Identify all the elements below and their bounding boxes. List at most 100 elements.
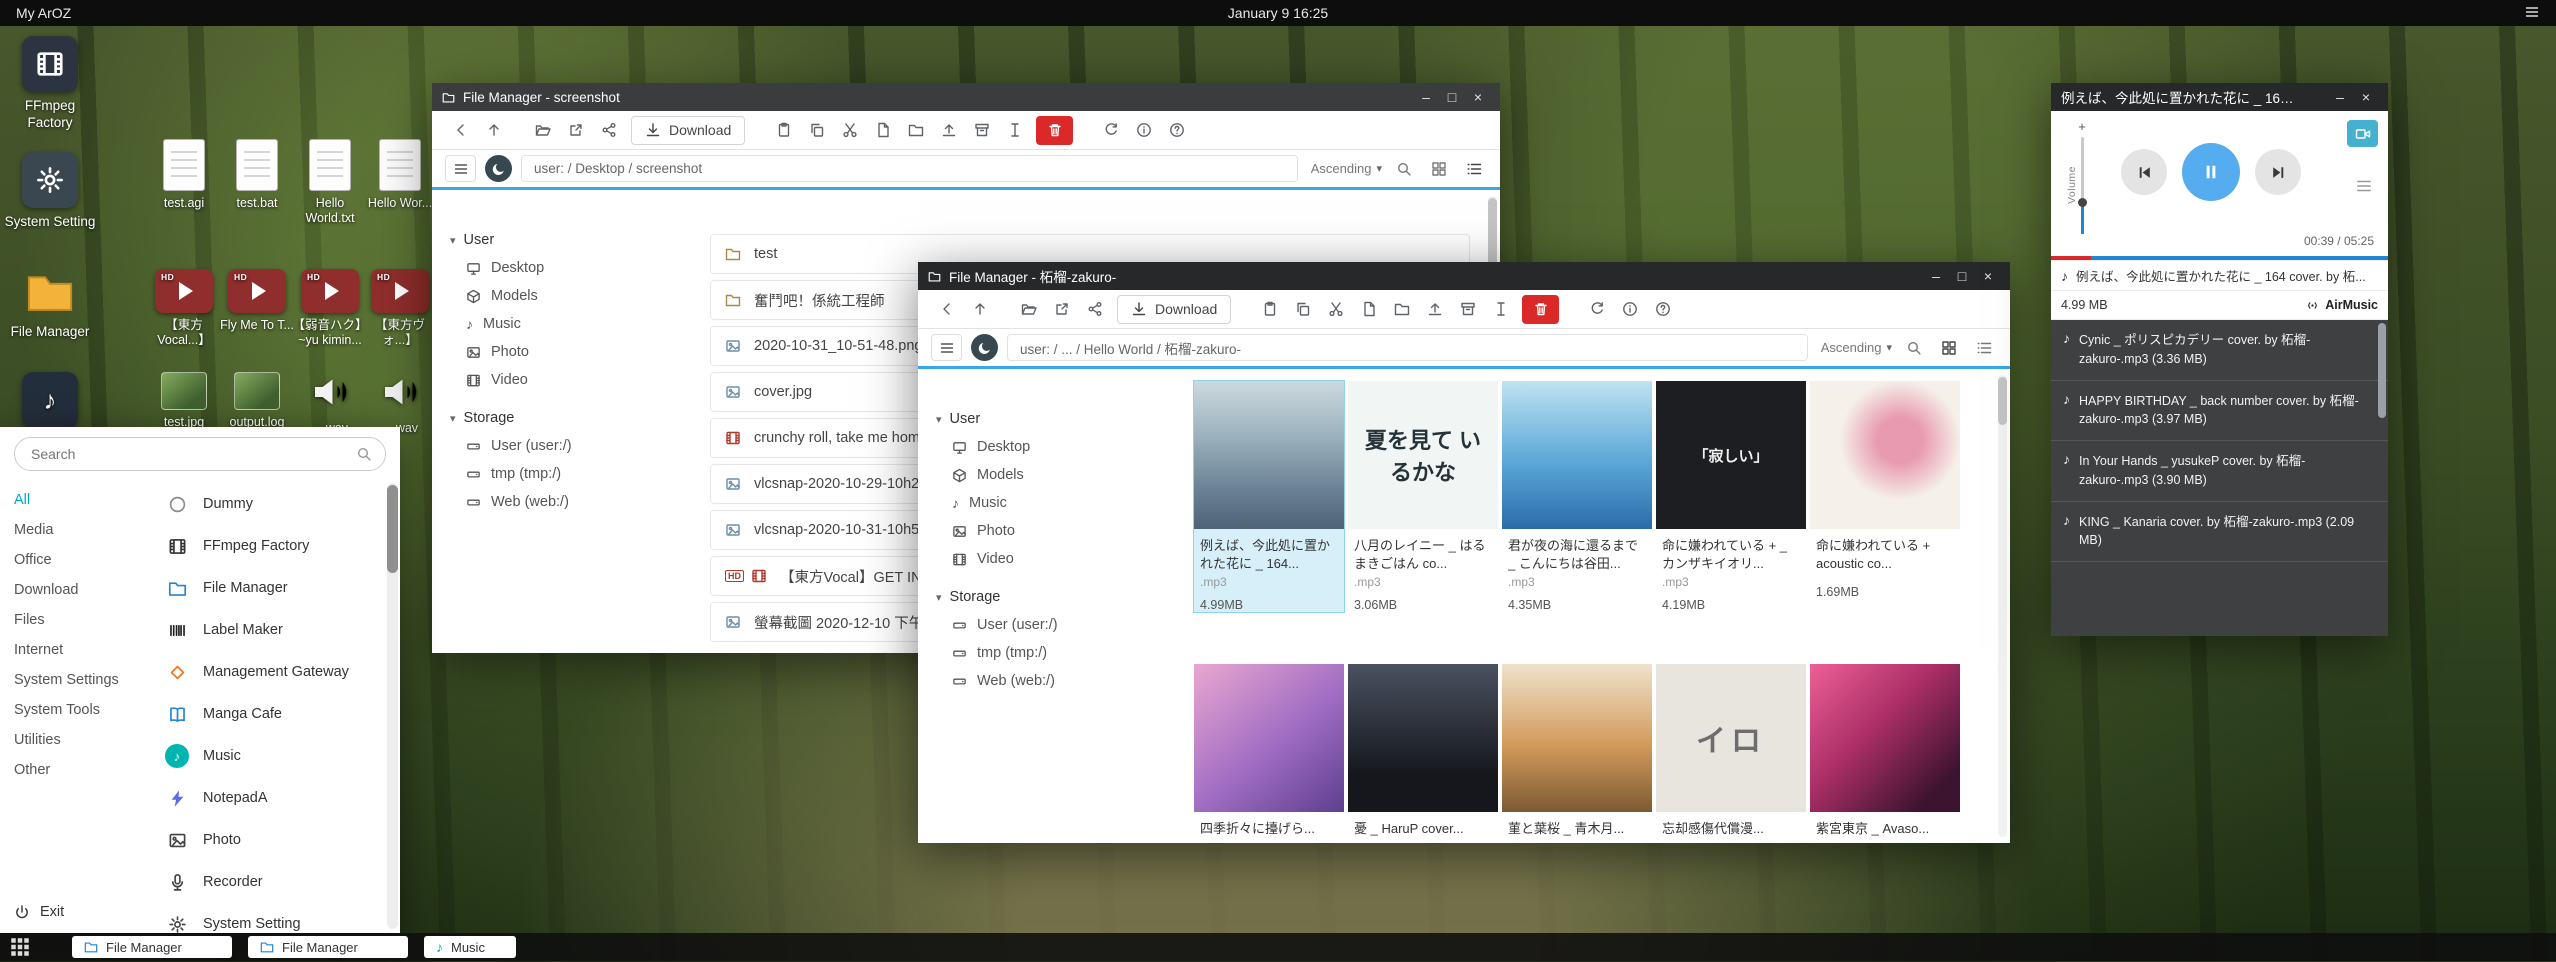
- search-button[interactable]: [1391, 156, 1417, 182]
- minimize-button[interactable]: –: [2328, 86, 2352, 108]
- category-office[interactable]: Office: [0, 545, 150, 575]
- category-system-settings[interactable]: System Settings: [0, 665, 150, 695]
- taskbar-item-music[interactable]: ♪Music: [424, 936, 516, 958]
- upload-button[interactable]: [1418, 294, 1451, 324]
- titlebar[interactable]: File Manager - screenshot – □ ×: [432, 83, 1500, 111]
- open-in-new-button[interactable]: [559, 115, 592, 145]
- upload-button[interactable]: [932, 115, 965, 145]
- sort-dropdown[interactable]: Ascending▾: [1821, 340, 1892, 355]
- app-launcher-button[interactable]: [10, 937, 30, 957]
- category-system-tools[interactable]: System Tools: [0, 695, 150, 725]
- help-button[interactable]: [1160, 115, 1193, 145]
- sidebar-item-web-drive[interactable]: Web (web:/): [432, 488, 700, 516]
- dark-mode-toggle[interactable]: [971, 334, 998, 361]
- file-grid-item-selected[interactable]: 例えば、今此処に置かれた花に _ 164... .mp3 4.99MB: [1194, 381, 1344, 612]
- sidebar-item-models[interactable]: Models: [918, 461, 1186, 489]
- titlebar[interactable]: 例えば、今此処に置かれた花に _ 164 c... – ×: [2051, 83, 2388, 111]
- category-media[interactable]: Media: [0, 515, 150, 545]
- desktop-icon-file-manager[interactable]: File Manager: [2, 266, 98, 341]
- pause-button[interactable]: [2182, 143, 2240, 201]
- download-button[interactable]: Download: [1117, 295, 1231, 324]
- copy-button[interactable]: [800, 115, 833, 145]
- desktop-file[interactable]: Hello Wor...: [361, 139, 439, 211]
- sidebar-item-web-drive[interactable]: Web (web:/): [918, 667, 1186, 695]
- file-grid-item[interactable]: イロ 忘却感傷代償漫...: [1656, 664, 1806, 838]
- breadcrumb[interactable]: user: / Desktop / screenshot: [521, 155, 1298, 182]
- sidebar-item-tmp-drive[interactable]: tmp (tmp:/): [432, 460, 700, 488]
- app-item-music[interactable]: ♪Music: [154, 735, 386, 777]
- refresh-button[interactable]: [1094, 115, 1127, 145]
- desktop-file-video[interactable]: HDFly Me To T...: [218, 269, 296, 333]
- maximize-button[interactable]: □: [1950, 265, 1974, 287]
- open-button[interactable]: [1012, 294, 1045, 324]
- app-item-dummy[interactable]: Dummy: [154, 483, 386, 525]
- playlist-item[interactable]: ♪KING _ Kanaria cover. by 柘榴-zakuro-.mp3…: [2051, 502, 2388, 563]
- cast-button[interactable]: [2347, 120, 2378, 147]
- refresh-button[interactable]: [1580, 294, 1613, 324]
- sidebar-toggle-button[interactable]: [445, 155, 476, 182]
- desktop-file[interactable]: test.agi: [145, 139, 223, 211]
- back-button[interactable]: [930, 294, 963, 324]
- minimize-button[interactable]: –: [1414, 86, 1438, 108]
- brand-label[interactable]: My ArOZ: [16, 5, 71, 21]
- sidebar-toggle-button[interactable]: [931, 334, 962, 361]
- maximize-button[interactable]: □: [1440, 86, 1464, 108]
- sort-dropdown[interactable]: Ascending▾: [1311, 161, 1382, 176]
- app-item-system-setting[interactable]: System Setting: [154, 903, 386, 933]
- list-view-button[interactable]: [1461, 156, 1487, 182]
- help-button[interactable]: [1646, 294, 1679, 324]
- file-grid-item[interactable]: 四季折々に擡げら...: [1194, 664, 1344, 838]
- delete-button[interactable]: [1522, 295, 1559, 324]
- sidebar-item-desktop[interactable]: Desktop: [432, 254, 700, 282]
- sidebar-item-tmp-drive[interactable]: tmp (tmp:/): [918, 639, 1186, 667]
- category-download[interactable]: Download: [0, 575, 150, 605]
- desktop-icon-system-setting[interactable]: System Setting: [2, 152, 98, 231]
- download-button[interactable]: Download: [631, 116, 745, 145]
- playlist-item[interactable]: ♪In Your Hands _ yusukeP cover. by 柘榴-za…: [2051, 441, 2388, 502]
- grid-view-button[interactable]: [1426, 156, 1452, 182]
- category-internet[interactable]: Internet: [0, 635, 150, 665]
- paste-button[interactable]: [767, 115, 800, 145]
- new-file-button[interactable]: [866, 115, 899, 145]
- taskbar-item-file-manager-1[interactable]: File Manager: [72, 936, 232, 958]
- grid-view-button[interactable]: [1936, 335, 1962, 361]
- playlist-item[interactable]: ♪Cynic _ ポリスピカデリー cover. by 柘榴-zakuro-.m…: [2051, 320, 2388, 381]
- close-button[interactable]: ×: [1976, 265, 2000, 287]
- sidebar-item-user-drive[interactable]: User (user:/): [432, 432, 700, 460]
- desktop-file-image[interactable]: test.jpg: [145, 372, 223, 430]
- info-button[interactable]: [1127, 115, 1160, 145]
- paste-button[interactable]: [1253, 294, 1286, 324]
- back-button[interactable]: [444, 115, 477, 145]
- up-button[interactable]: [477, 115, 510, 145]
- volume-track[interactable]: [2081, 137, 2084, 234]
- open-in-new-button[interactable]: [1045, 294, 1078, 324]
- sidebar-item-music[interactable]: ♪Music: [918, 489, 1186, 517]
- progress-bar[interactable]: [2051, 256, 2388, 260]
- titlebar[interactable]: File Manager - 柘榴-zakuro- – □ ×: [918, 262, 2010, 290]
- app-item-recorder[interactable]: Recorder: [154, 861, 386, 903]
- sidebar-item-video[interactable]: Video: [918, 545, 1186, 573]
- sidebar-section-user[interactable]: ▾User: [918, 405, 1186, 433]
- cut-button[interactable]: [1319, 294, 1352, 324]
- minimize-button[interactable]: –: [1924, 265, 1948, 287]
- desktop-file[interactable]: test.bat: [218, 139, 296, 211]
- scrollbar-handle[interactable]: [1998, 377, 2007, 425]
- app-item-notepada[interactable]: NotepadA: [154, 777, 386, 819]
- category-files[interactable]: Files: [0, 605, 150, 635]
- sidebar-section-storage[interactable]: ▾Storage: [918, 583, 1186, 611]
- file-grid-item[interactable]: 紫宮東京 _ Avaso...: [1810, 664, 1960, 838]
- file-grid-item[interactable]: 憂 _ HaruP cover...: [1348, 664, 1498, 838]
- category-other[interactable]: Other: [0, 755, 150, 785]
- volume-handle[interactable]: [2078, 198, 2087, 207]
- volume-slider[interactable]: + Volume: [2069, 119, 2095, 237]
- rename-button[interactable]: [1484, 294, 1517, 324]
- search-button[interactable]: [1901, 335, 1927, 361]
- search-input[interactable]: [14, 437, 386, 471]
- up-button[interactable]: [963, 294, 996, 324]
- file-grid-item[interactable]: 菫と葉桜 _ 青木月...: [1502, 664, 1652, 838]
- delete-button[interactable]: [1036, 116, 1073, 145]
- scrollbar-handle[interactable]: [1488, 198, 1497, 268]
- desktop-file-video[interactable]: HD【東方ヴォ...】: [361, 269, 439, 348]
- share-button[interactable]: [592, 115, 625, 145]
- share-button[interactable]: [1078, 294, 1111, 324]
